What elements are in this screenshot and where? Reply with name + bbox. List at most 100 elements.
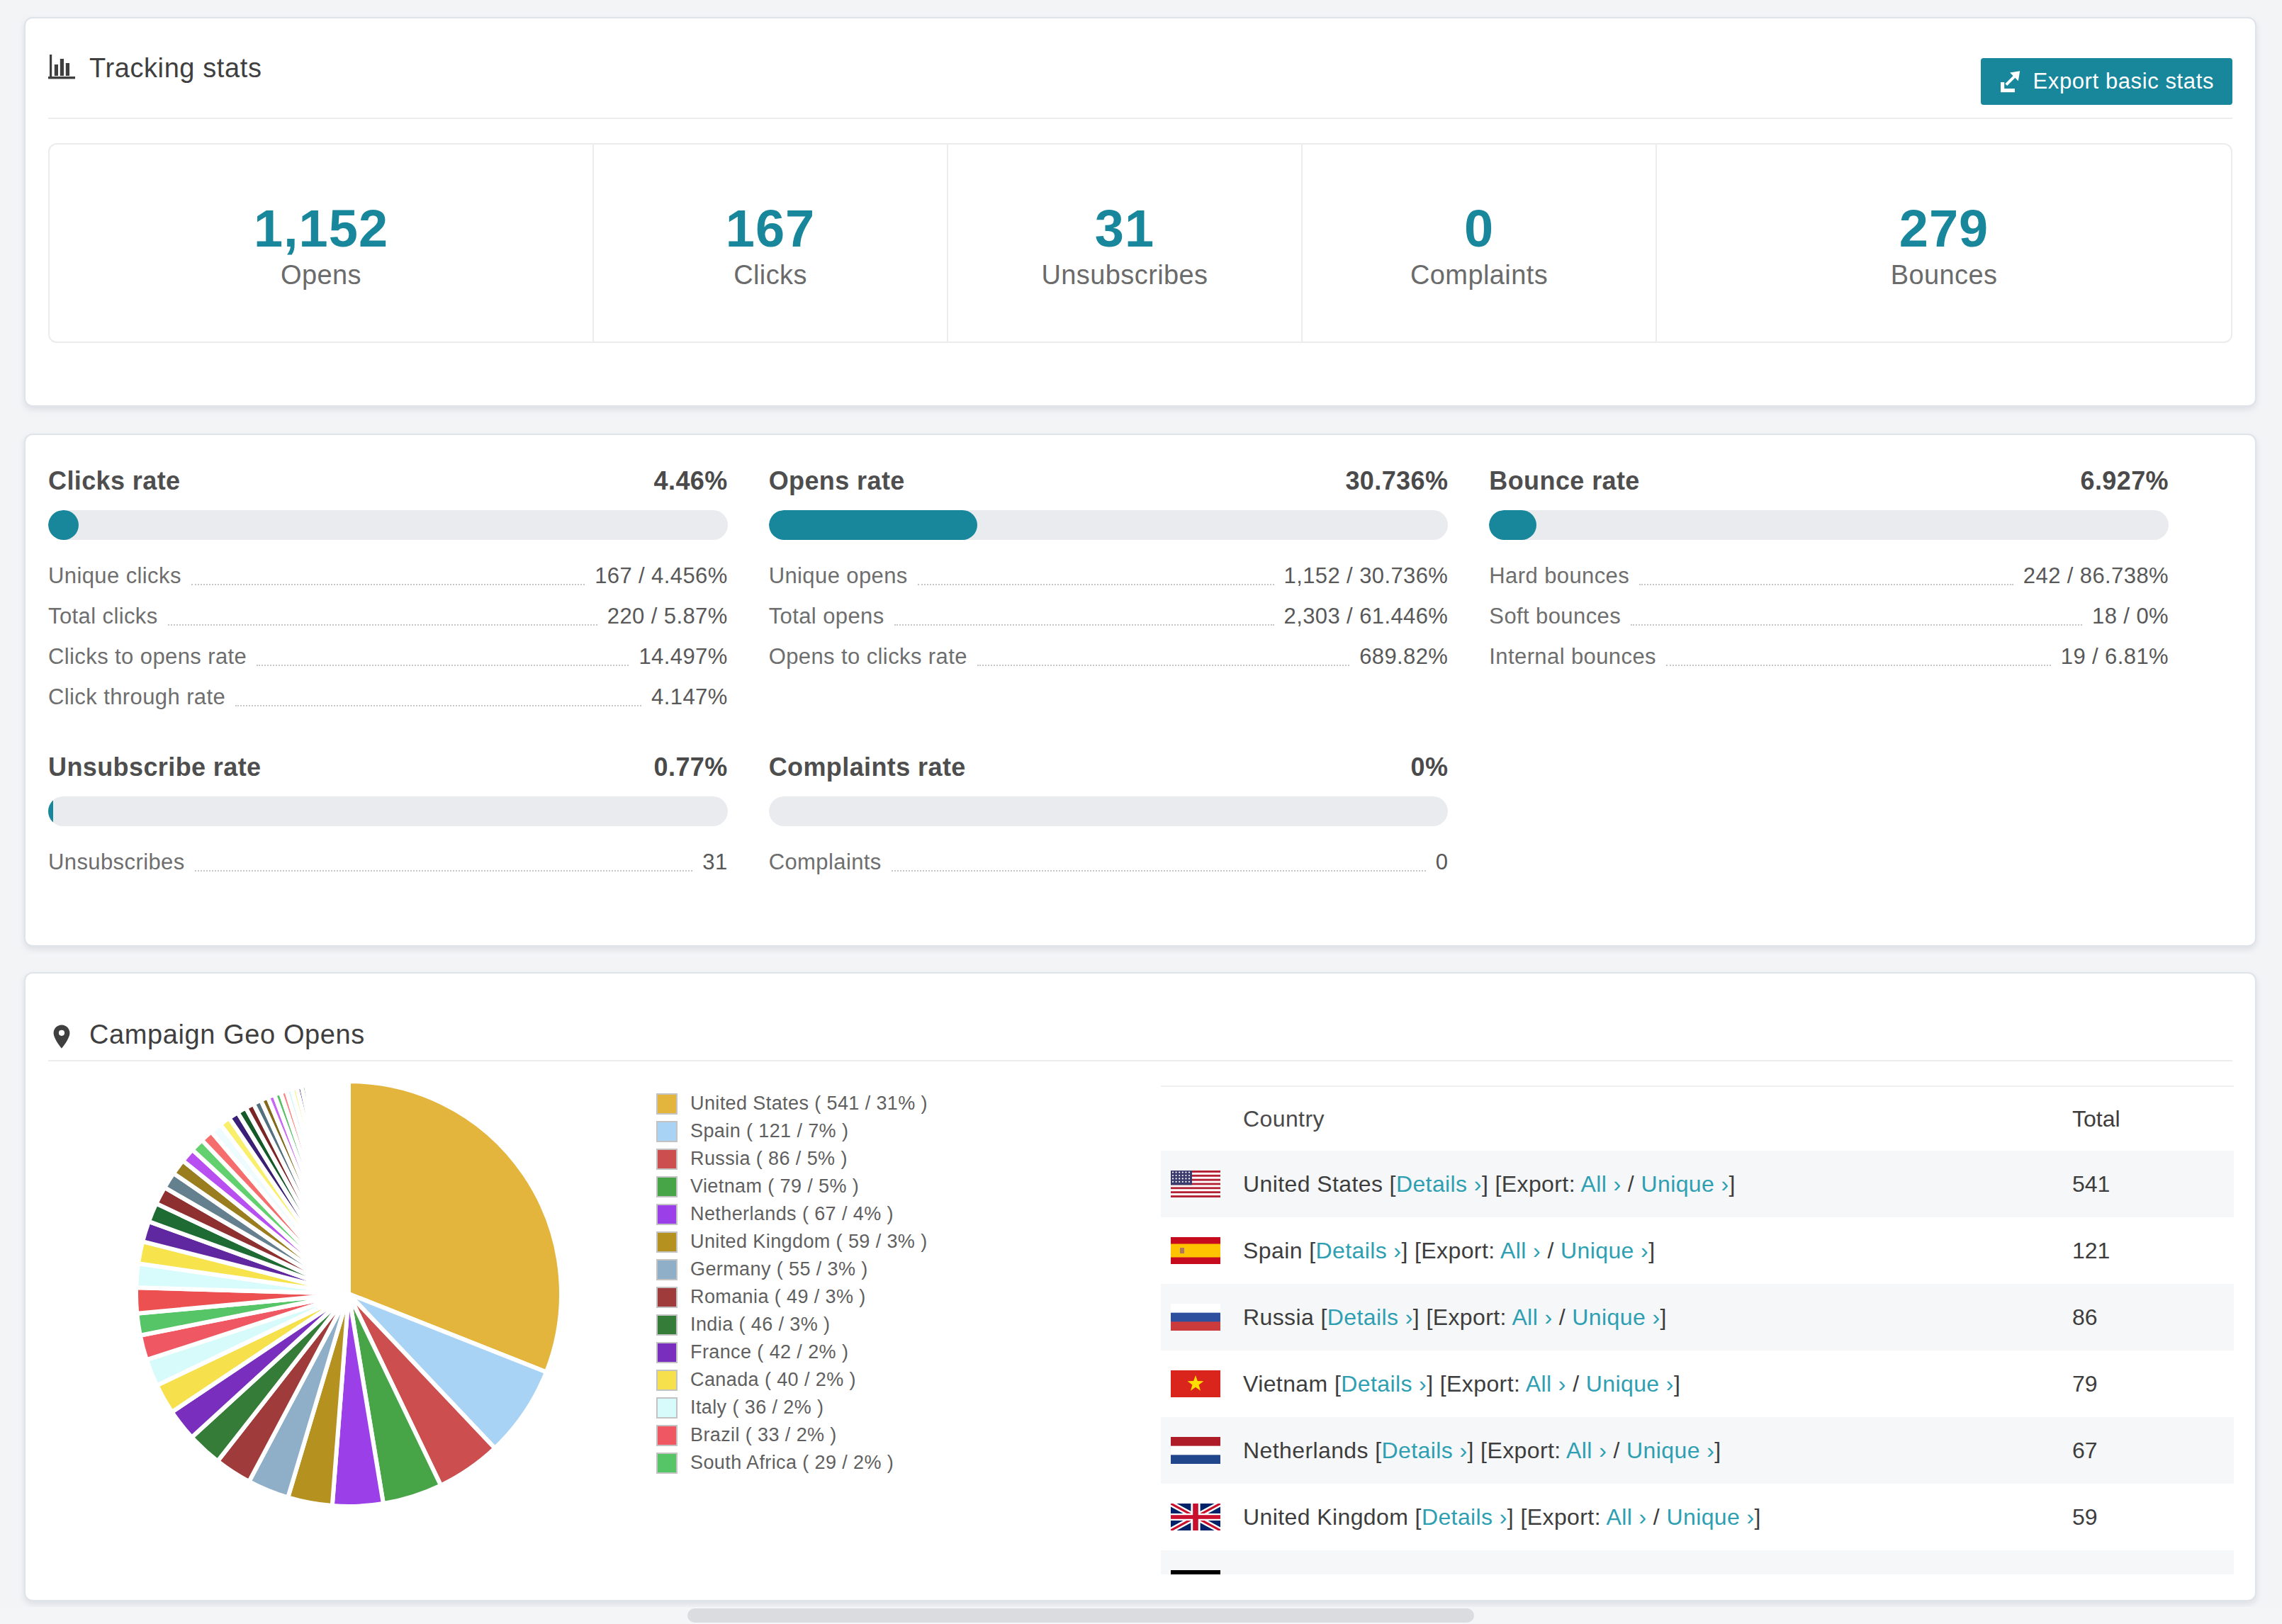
stat-value: 279 [1899, 203, 1989, 255]
details-link[interactable]: Details › [1341, 1371, 1427, 1397]
legend-item-romania[interactable]: Romania ( 49 / 3% ) [656, 1283, 928, 1311]
tracking-stats-title: Tracking stats [89, 53, 262, 84]
geo-opens-table: CountryTotalUnited States [Details ›] [E… [1161, 1086, 2234, 1574]
legend-item-india[interactable]: India ( 46 / 3% ) [656, 1311, 928, 1338]
legend-swatch [656, 1176, 678, 1197]
country-flag [1171, 1171, 1220, 1197]
flag-vn-icon [1171, 1370, 1220, 1397]
stat-label: Bounces [1891, 259, 1998, 291]
country-name: Russia [1243, 1304, 1314, 1330]
rate-progress-bar [769, 796, 1449, 826]
flag-us-icon [1171, 1171, 1220, 1197]
tracking-stats-page: Tracking stats Export basic stats 1,152O… [0, 0, 2282, 1624]
flag-de-icon [1171, 1570, 1220, 1574]
export-all-link[interactable]: All › [1566, 1438, 1607, 1463]
rates-grid: Clicks rate4.46%Unique clicks167 / 4.456… [26, 435, 2255, 882]
export-unique-link[interactable]: Unique › [1641, 1171, 1729, 1197]
legend-item-south-africa[interactable]: South Africa ( 29 / 2% ) [656, 1449, 928, 1477]
total-column-header: Total [2072, 1106, 2120, 1132]
export-basic-stats-button[interactable]: Export basic stats [1981, 58, 2232, 105]
export-unique-link[interactable]: Unique › [1586, 1371, 1674, 1397]
rate-progress-bar [48, 796, 728, 826]
details-link[interactable]: Details › [1382, 1438, 1468, 1463]
legend-item-spain[interactable]: Spain ( 121 / 7% ) [656, 1117, 928, 1145]
stat-label: Unsubscribes [1041, 259, 1208, 291]
rate-value: 0.77% [654, 752, 728, 782]
export-unique-link[interactable]: Unique › [1666, 1504, 1754, 1530]
export-all-link[interactable]: All › [1580, 1171, 1621, 1197]
stat-complaints: 0Complaints [1301, 145, 1656, 342]
legend-swatch [656, 1149, 678, 1170]
geo-table-row-us: United States [Details ›] [Export: All ›… [1161, 1151, 2234, 1217]
dotted-leader [195, 870, 693, 872]
horizontal-scrollbar-track[interactable] [0, 1607, 2282, 1624]
rate-title: Opens rate [769, 466, 905, 496]
country-name: Vietnam [1243, 1371, 1328, 1397]
geo-opens-pie-chart[interactable] [48, 1061, 1125, 1600]
horizontal-scrollbar-thumb[interactable] [687, 1608, 1474, 1623]
rate-value: 30.736% [1345, 466, 1448, 496]
rate-row: Unsubscribes31 [48, 842, 728, 882]
bar-chart-icon [48, 55, 75, 81]
country-flag [1171, 1304, 1220, 1331]
rate-title: Unsubscribe rate [48, 752, 262, 782]
dotted-leader [977, 665, 1349, 666]
rate-row: Internal bounces19 / 6.81% [1489, 636, 2169, 677]
export-all-link[interactable]: All › [1500, 1238, 1541, 1263]
rate-title: Clicks rate [48, 466, 181, 496]
legend-item-russia[interactable]: Russia ( 86 / 5% ) [656, 1145, 928, 1173]
export-all-link[interactable]: All › [1526, 1371, 1566, 1397]
flag-gb-icon [1171, 1504, 1220, 1530]
country-total: 121 [2072, 1238, 2110, 1264]
legend-item-canada[interactable]: Canada ( 40 / 2% ) [656, 1366, 928, 1394]
campaign-geo-content: United States ( 541 / 31% )Spain ( 121 /… [48, 1061, 2232, 1600]
legend-item-united-states[interactable]: United States ( 541 / 31% ) [656, 1090, 928, 1117]
country-total: 79 [2072, 1371, 2098, 1397]
stats-summary-row: 1,152Opens167Clicks31Unsubscribes0Compla… [48, 143, 2232, 343]
rate-block-opens-rate: Opens rate30.736%Unique opens1,152 / 30.… [769, 466, 1449, 717]
campaign-geo-header: Campaign Geo Opens [48, 974, 2232, 1061]
geo-table-row-es: Spain [Details ›] [Export: All › / Uniqu… [1161, 1217, 2234, 1284]
country-flag [1171, 1237, 1220, 1264]
legend-swatch [656, 1314, 678, 1336]
stat-opens: 1,152Opens [50, 145, 592, 342]
legend-swatch [656, 1231, 678, 1253]
pie-slice[interactable] [347, 1081, 349, 1294]
legend-item-italy[interactable]: Italy ( 36 / 2% ) [656, 1394, 928, 1421]
legend-swatch [656, 1397, 678, 1419]
rate-value: 6.927% [2081, 466, 2169, 496]
legend-item-germany[interactable]: Germany ( 55 / 3% ) [656, 1256, 928, 1283]
dotted-leader [235, 705, 641, 706]
tracking-stats-header: Tracking stats Export basic stats [48, 18, 2232, 119]
details-link[interactable]: Details › [1422, 1504, 1507, 1530]
stat-value: 0 [1464, 203, 1494, 255]
dotted-leader [168, 624, 597, 626]
rate-value: 0% [1410, 752, 1448, 782]
export-unique-link[interactable]: Unique › [1572, 1304, 1660, 1330]
export-unique-link[interactable]: Unique › [1597, 1571, 1685, 1575]
dotted-leader [1631, 624, 2082, 626]
dotted-leader [257, 665, 629, 666]
export-unique-link[interactable]: Unique › [1626, 1438, 1714, 1463]
rate-row: Unique clicks167 / 4.456% [48, 556, 728, 596]
details-link[interactable]: Details › [1327, 1304, 1413, 1330]
legend-item-united-kingdom[interactable]: United Kingdom ( 59 / 3% ) [656, 1228, 928, 1256]
export-unique-link[interactable]: Unique › [1561, 1238, 1648, 1263]
legend-item-netherlands[interactable]: Netherlands ( 67 / 4% ) [656, 1200, 928, 1228]
export-all-link[interactable]: All › [1536, 1571, 1577, 1575]
geo-table-row-nl: Netherlands [Details ›] [Export: All › /… [1161, 1417, 2234, 1484]
export-all-link[interactable]: All › [1512, 1304, 1552, 1330]
details-link[interactable]: Details › [1396, 1171, 1482, 1197]
geo-table-header: CountryTotal [1161, 1086, 2234, 1151]
country-total: 67 [2072, 1438, 2098, 1464]
details-link[interactable]: Details › [1351, 1571, 1437, 1575]
legend-item-vietnam[interactable]: Vietnam ( 79 / 5% ) [656, 1173, 928, 1200]
map-pin-icon [48, 1023, 75, 1050]
country-name: Germany [1243, 1571, 1338, 1575]
details-link[interactable]: Details › [1315, 1238, 1401, 1263]
rate-block-clicks-rate: Clicks rate4.46%Unique clicks167 / 4.456… [48, 466, 728, 717]
legend-item-brazil[interactable]: Brazil ( 33 / 2% ) [656, 1421, 928, 1449]
rates-card: Clicks rate4.46%Unique clicks167 / 4.456… [24, 434, 2256, 947]
export-all-link[interactable]: All › [1606, 1504, 1646, 1530]
legend-item-france[interactable]: France ( 42 / 2% ) [656, 1338, 928, 1366]
